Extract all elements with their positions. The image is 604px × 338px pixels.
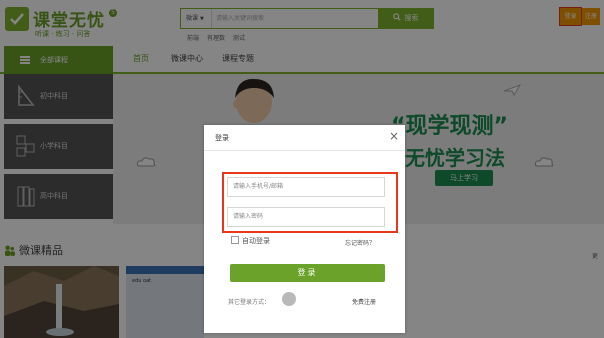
username-input[interactable]: 请输入手机号/邮箱 [227,177,385,197]
forgot-password-link[interactable]: 忘记密码？ [345,238,375,247]
password-input[interactable]: 请输入密码 [227,207,385,227]
checkbox-icon [231,236,239,244]
auto-login-checkbox[interactable]: 自动登录 [231,236,270,246]
login-submit-button[interactable]: 登录 [230,264,385,282]
free-register-link[interactable]: 免费注册 [352,297,376,306]
modal-title: 登录 [215,134,229,142]
social-login-icon[interactable] [282,292,296,306]
close-icon[interactable]: × [387,129,401,143]
login-modal: 登录 × 请输入手机号/邮箱 请输入密码 自动登录 忘记密码？ 登录 其它登录方… [204,125,405,333]
other-login-label: 其它登录方式： [228,299,271,306]
auto-login-label: 自动登录 [242,237,270,245]
modal-header: 登录 × [204,125,405,151]
other-login-methods: 其它登录方式： [228,292,296,306]
